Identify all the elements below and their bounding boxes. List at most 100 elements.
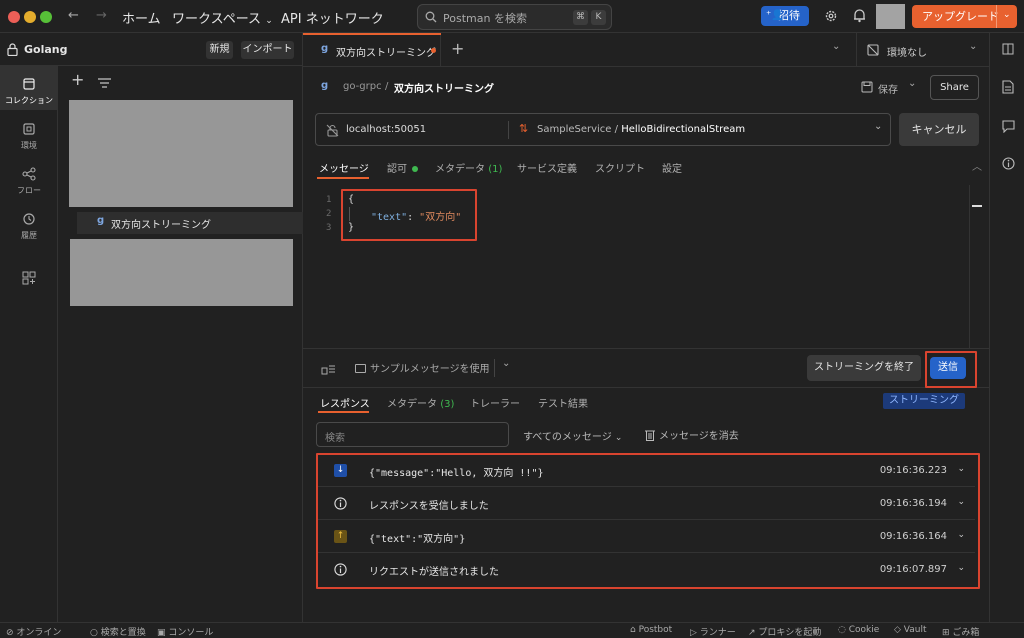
- proxy-label: プロキシを起動: [758, 628, 822, 638]
- end-streaming-button[interactable]: ストリーミングを終了: [807, 355, 921, 381]
- vault-icon: ◇: [894, 625, 901, 635]
- tab-test-results[interactable]: テスト結果: [538, 395, 588, 410]
- tab-count: (3): [440, 399, 455, 410]
- upgrade-button[interactable]: アップグレード ⌄: [912, 5, 1017, 28]
- search-icon: [425, 11, 437, 23]
- editor-scrollbar[interactable]: [969, 185, 984, 348]
- clear-messages-button[interactable]: メッセージを消去: [645, 427, 739, 442]
- rail-item-collections[interactable]: コレクション: [0, 77, 58, 106]
- console-label: コンソール: [168, 628, 214, 638]
- cancel-button[interactable]: キャンセル: [899, 113, 979, 146]
- rail-label: コレクション: [5, 96, 53, 105]
- highlight-box: [316, 453, 980, 589]
- new-button[interactable]: 新規: [206, 41, 233, 59]
- zoom-window-button[interactable]: [40, 11, 52, 23]
- proxy-button[interactable]: ↗ プロキシを起動: [748, 625, 821, 638]
- message-editor[interactable]: 1 2 3 { "text": "双方向" }: [303, 185, 989, 348]
- forward-arrow-icon[interactable]: →: [96, 8, 107, 23]
- use-example-message-button[interactable]: サンプルメッセージを使用: [355, 360, 490, 375]
- chevron-down-icon: ⌄: [614, 433, 623, 443]
- trash-button[interactable]: ⊞ ごみ箱: [942, 625, 979, 638]
- invite-button[interactable]: ⁺👤 招待: [761, 6, 809, 26]
- trash-label: ごみ箱: [952, 628, 980, 638]
- rail-item-flows[interactable]: フロー: [0, 167, 58, 196]
- save-button[interactable]: 保存: [858, 76, 910, 98]
- notification-bell-icon[interactable]: [853, 8, 866, 23]
- postbot-button[interactable]: ⌂ Postbot: [630, 625, 672, 635]
- tab-response[interactable]: レスポンス: [320, 395, 370, 410]
- find-replace-button[interactable]: ○ 検索と置換: [90, 625, 146, 638]
- redacted-collection-block: [69, 100, 293, 207]
- api-network-link[interactable]: API ネットワーク: [281, 8, 384, 27]
- search-placeholder: 検索: [325, 433, 345, 444]
- example-icon: [355, 364, 366, 373]
- postbot-icon: ⌂: [630, 625, 636, 635]
- collapse-chevron-icon[interactable]: ︿: [972, 158, 982, 173]
- tab-settings[interactable]: 設定: [662, 160, 682, 175]
- vault-button[interactable]: ◇ Vault: [894, 625, 927, 635]
- grpc-url-bar: localhost:50051 ⇅ SampleService / HelloB…: [315, 113, 891, 146]
- avatar[interactable]: [876, 4, 905, 29]
- method-icon: ⇅: [519, 122, 529, 135]
- chevron-down-icon[interactable]: ⌄: [874, 121, 882, 132]
- response-search-input[interactable]: 検索: [316, 422, 509, 447]
- lock-icon: [7, 43, 18, 56]
- info-icon[interactable]: [1002, 157, 1015, 170]
- layout-icon[interactable]: [1002, 43, 1014, 55]
- tab-scripts[interactable]: スクリプト: [595, 160, 645, 175]
- beautify-icon[interactable]: [321, 362, 336, 375]
- filter-icon[interactable]: [98, 78, 111, 88]
- back-arrow-icon[interactable]: ←: [68, 8, 79, 23]
- workspaces-label: ワークスペース: [172, 12, 262, 27]
- tab-request[interactable]: g 双方向ストリーミング: [303, 33, 441, 67]
- global-search-input[interactable]: Postman を検索 ⌘ K: [417, 4, 612, 30]
- tab-message[interactable]: メッセージ: [319, 160, 369, 175]
- save-options-chevron-icon[interactable]: ⌄: [908, 78, 916, 89]
- grpc-icon: g: [321, 80, 329, 91]
- cookie-button[interactable]: ◌ Cookie: [838, 625, 879, 635]
- documentation-icon[interactable]: [1002, 80, 1014, 94]
- runner-button[interactable]: ▷ ランナー: [690, 625, 736, 638]
- rail-item-environments[interactable]: 環境: [0, 122, 58, 151]
- tab-response-metadata[interactable]: メタデータ (3): [387, 395, 454, 410]
- comments-icon[interactable]: [1002, 120, 1015, 133]
- tabs-overflow-chevron-icon[interactable]: ⌄: [832, 41, 840, 52]
- rail-item-history[interactable]: 履歴: [0, 212, 58, 241]
- upgrade-divider: [996, 5, 997, 28]
- online-status[interactable]: ⊘ オンライン: [6, 625, 61, 638]
- minimize-window-button[interactable]: [24, 11, 36, 23]
- k-key-hint: K: [591, 10, 606, 25]
- breadcrumb-parent[interactable]: go-grpc: [343, 81, 382, 92]
- new-tab-icon[interactable]: +: [451, 39, 464, 58]
- environment-icon: [23, 123, 35, 135]
- share-button[interactable]: Share: [930, 75, 979, 100]
- method-selector[interactable]: SampleService / HelloBidirectionalStream: [537, 124, 745, 135]
- status-bar: ⊘ オンライン ○ 検索と置換 ▣ コンソール ⌂ Postbot ▷ ランナー…: [0, 622, 1024, 638]
- server-url-input[interactable]: localhost:50051: [346, 124, 426, 135]
- insecure-connection-icon[interactable]: [326, 124, 339, 137]
- rail-label: フロー: [17, 186, 41, 195]
- add-icon[interactable]: +: [71, 72, 84, 88]
- cookie-icon: ◌: [838, 625, 846, 635]
- import-button[interactable]: インポート: [241, 41, 294, 59]
- tab-metadata[interactable]: メタデータ (1): [435, 160, 502, 175]
- console-button[interactable]: ▣ コンソール: [157, 625, 213, 638]
- home-link[interactable]: ホーム: [122, 8, 161, 27]
- configure-sidebar-icon[interactable]: [22, 271, 36, 285]
- method-name: HelloBidirectionalStream: [621, 124, 746, 135]
- sidebar-item-selected[interactable]: g 双方向ストリーミング: [77, 212, 303, 234]
- tab-authorization[interactable]: 認可: [387, 160, 419, 175]
- chevron-down-icon[interactable]: ⌄: [502, 358, 510, 369]
- workspaces-menu[interactable]: ワークスペース ⌄: [172, 8, 273, 27]
- settings-gear-icon[interactable]: [824, 9, 838, 23]
- environment-selector[interactable]: 環境なし ⌄: [856, 33, 989, 67]
- chevron-down-icon[interactable]: ⌄: [1003, 4, 1011, 27]
- title-bar: ← → ホーム ワークスペース ⌄ API ネットワーク Postman を検索…: [0, 0, 1024, 33]
- close-window-button[interactable]: [8, 11, 20, 23]
- scrollbar-thumb[interactable]: [972, 205, 982, 207]
- line-number: 2: [326, 209, 332, 219]
- message-filter-dropdown[interactable]: すべてのメッセージ ⌄: [523, 428, 622, 443]
- tab-trailers[interactable]: トレーラー: [470, 395, 520, 410]
- tab-label: メタデータ: [435, 164, 485, 175]
- tab-service-definition[interactable]: サービス定義: [517, 160, 577, 175]
